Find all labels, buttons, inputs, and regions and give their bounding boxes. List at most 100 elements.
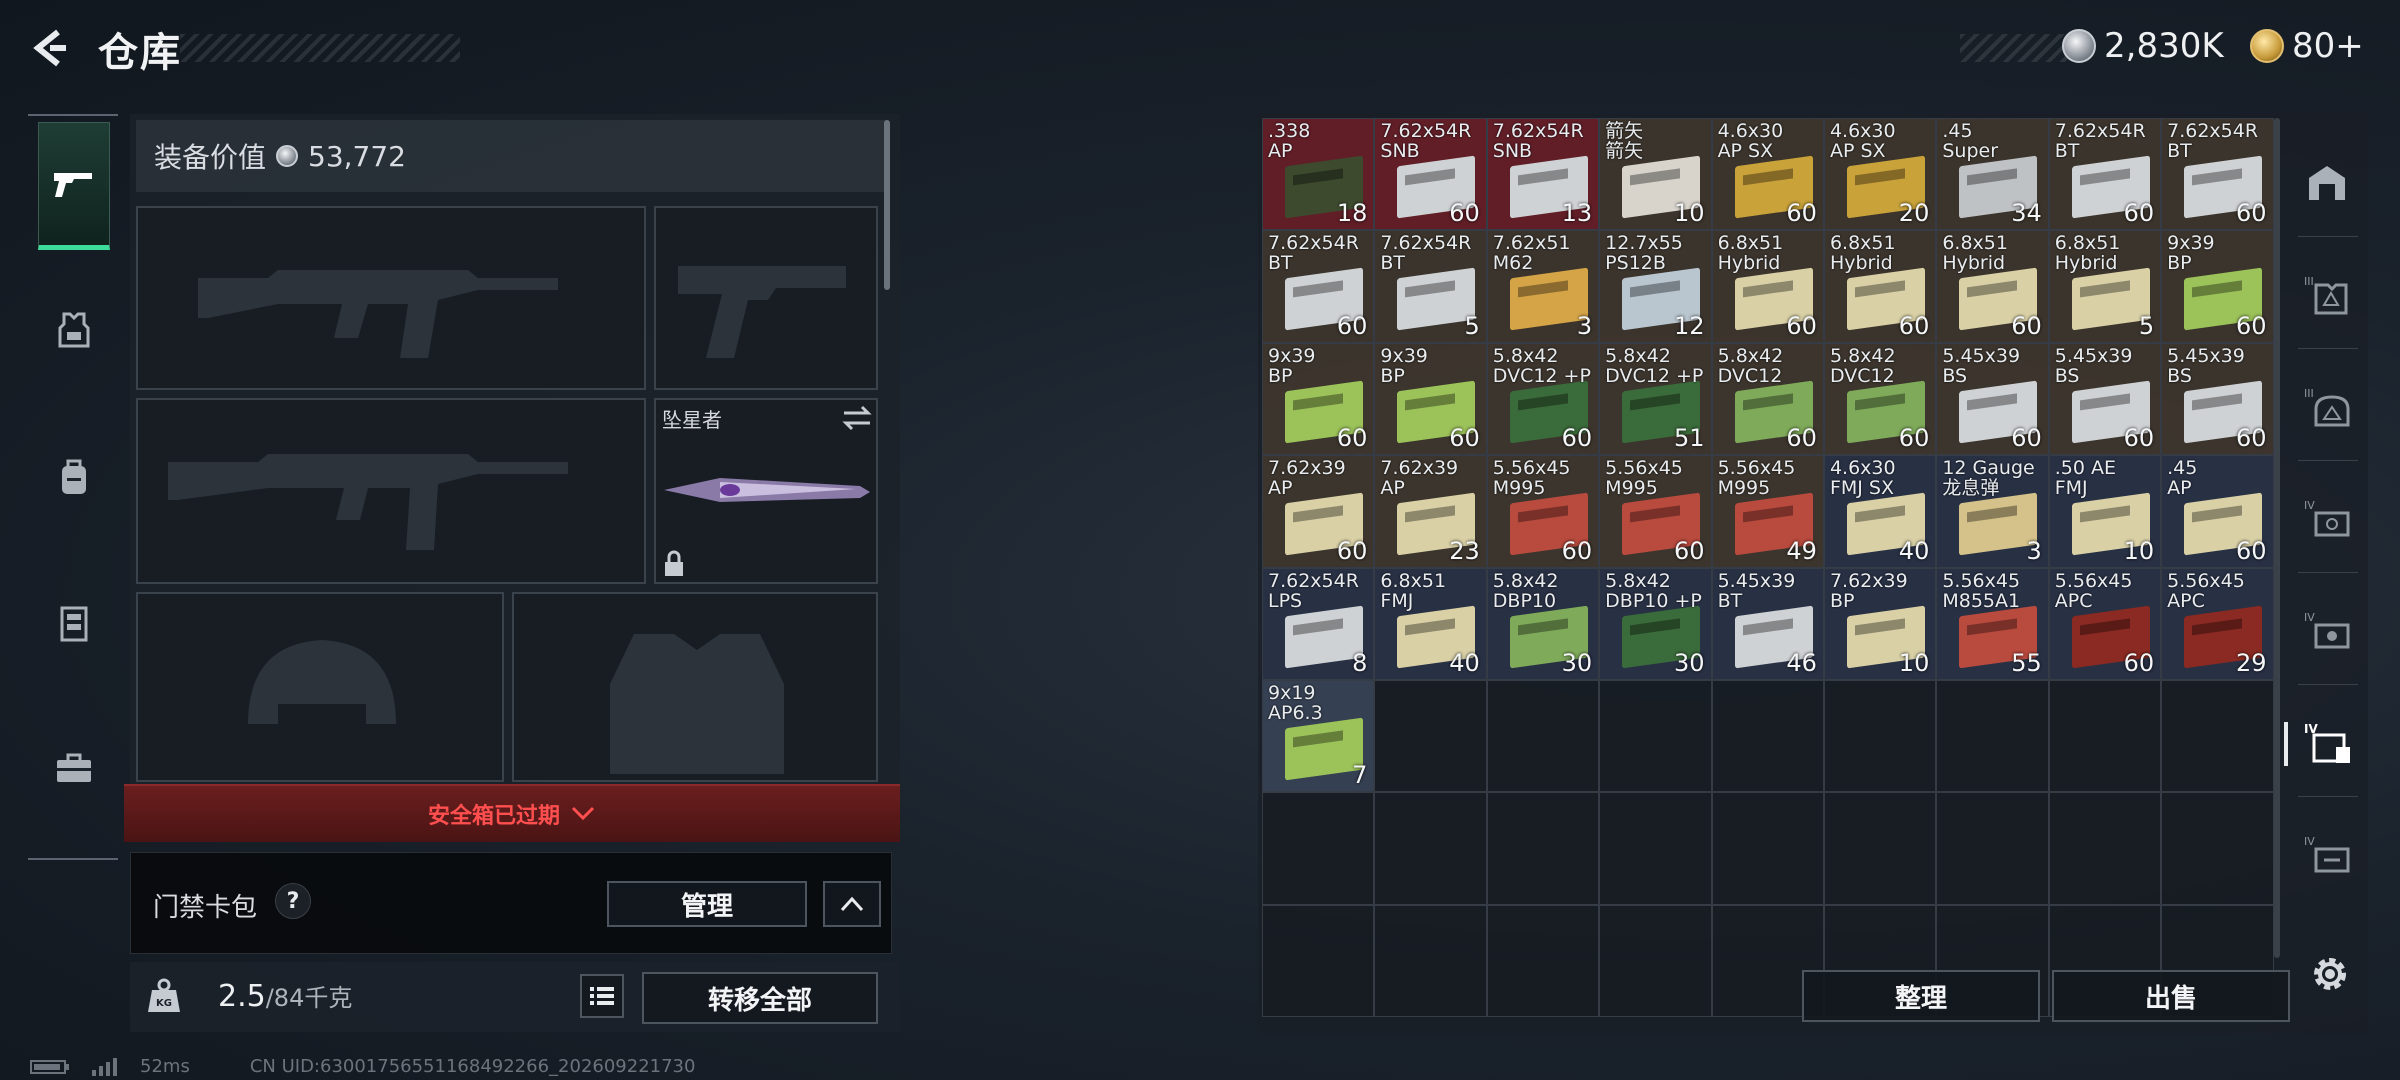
nav-rig[interactable] — [38, 558, 110, 686]
ammo-item[interactable]: 9x19 AP6.3 7 — [1262, 679, 1375, 793]
storage-cell[interactable] — [1262, 904, 1375, 1018]
settings-button[interactable] — [2304, 948, 2356, 1000]
ammo-item[interactable]: 6.8x51 Hybrid 60 — [1823, 230, 1937, 343]
storage-cell[interactable] — [2048, 679, 2162, 793]
ammo-item[interactable]: 7.62x54R SNB 13 — [1486, 118, 1600, 231]
ammo-item[interactable]: 7.62x54R BT 5 — [1374, 230, 1487, 343]
ammo-item[interactable]: 5.8x42 DVC12 +P 60 — [1486, 342, 1600, 456]
ammo-item[interactable]: 5.45x39 BS 60 — [1936, 342, 2049, 456]
ammo-item[interactable]: 7.62x39 BP 10 — [1823, 567, 1937, 680]
swap-icon[interactable] — [840, 404, 874, 432]
ammo-item[interactable]: 9x39 BP 60 — [2161, 230, 2274, 343]
ammo-item[interactable]: 4.6x30 FMJ SX 40 — [1823, 455, 1937, 568]
ammo-item[interactable]: 6.8x51 Hybrid 60 — [1936, 230, 2049, 343]
ammo-item[interactable]: 5.8x42 DBP10 +P 30 — [1599, 567, 1712, 680]
storage-cell[interactable] — [1936, 679, 2049, 793]
nav-armor[interactable] — [38, 266, 110, 394]
ammo-item[interactable]: 7.62x39 AP 23 — [1374, 455, 1487, 568]
storage-cell[interactable] — [1599, 679, 1712, 793]
nav-case[interactable] — [38, 704, 110, 832]
nav-backpack[interactable] — [38, 412, 110, 540]
ammo-item[interactable]: .45 AP 60 — [2161, 455, 2274, 568]
category-level-3-helmet[interactable]: III — [2290, 372, 2364, 444]
ammo-item[interactable]: .50 AE FMJ 10 — [2048, 455, 2162, 568]
storage-cell[interactable] — [1374, 792, 1487, 905]
ammo-item[interactable]: 5.45x39 BS 60 — [2048, 342, 2162, 456]
ammo-item[interactable]: 5.56x45 APC 29 — [2161, 567, 2274, 680]
ammo-item[interactable]: 6.8x51 Hybrid 60 — [1711, 230, 1824, 343]
transfer-all-button[interactable]: 转移全部 — [642, 972, 878, 1024]
storage-cell[interactable] — [1599, 792, 1712, 905]
ammo-item[interactable]: 6.8x51 Hybrid 5 — [2048, 230, 2162, 343]
ammo-item[interactable]: 5.8x42 DVC12 60 — [1711, 342, 1824, 456]
silver-currency[interactable]: 2,830K — [2062, 22, 2224, 70]
storage-cell[interactable] — [2161, 792, 2274, 905]
storage-cell[interactable] — [1599, 904, 1712, 1018]
ammo-item[interactable]: 5.8x42 DVC12 60 — [1823, 342, 1937, 456]
equipment-scrollbar[interactable] — [884, 120, 890, 290]
ammo-item[interactable]: 7.62x54R BT 60 — [2161, 118, 2274, 231]
storage-cell[interactable] — [1711, 792, 1824, 905]
storage-cell[interactable] — [1823, 679, 1937, 793]
ammo-item[interactable]: 5.56x45 M995 49 — [1711, 455, 1824, 568]
safe-box-expired-bar[interactable]: 安全箱已过期 — [124, 784, 900, 842]
ammo-item[interactable]: 7.62x39 AP 60 — [1262, 455, 1375, 568]
nav-weapon[interactable] — [38, 122, 110, 250]
ammo-item[interactable]: 7.62x51 M62 3 — [1486, 230, 1600, 343]
list-view-button[interactable] — [580, 974, 624, 1018]
ammo-item[interactable]: 5.56x45 APC 60 — [2048, 567, 2162, 680]
ammo-item[interactable]: 5.8x42 DBP10 30 — [1486, 567, 1600, 680]
help-icon[interactable]: ? — [275, 883, 311, 919]
storage-cell[interactable] — [1936, 792, 2049, 905]
storage-cell[interactable] — [1823, 792, 1937, 905]
ammo-item[interactable]: 5.56x45 M995 60 — [1599, 455, 1712, 568]
ammo-item[interactable]: 7.62x54R LPS 8 — [1262, 567, 1375, 680]
body-armor-slot[interactable] — [512, 592, 878, 782]
back-button[interactable] — [28, 26, 72, 70]
category-level-4-container[interactable]: IV — [2284, 708, 2364, 780]
storage-cell[interactable] — [2048, 792, 2162, 905]
ammo-item[interactable]: 5.56x45 M855A1 55 — [1936, 567, 2049, 680]
primary-weapon-slot[interactable] — [136, 206, 646, 390]
ammo-item[interactable]: 4.6x30 AP SX 20 — [1823, 118, 1937, 231]
ammo-item[interactable]: 12 Gauge 龙息弹 3 — [1936, 455, 2049, 568]
ammo-item[interactable]: 7.62x54R SNB 60 — [1374, 118, 1487, 231]
storage-cell[interactable] — [1486, 792, 1600, 905]
category-level-4-case[interactable]: IV — [2290, 820, 2364, 892]
ammo-item[interactable]: 箭矢 箭矢 10 — [1599, 118, 1712, 231]
storage-cell[interactable] — [1262, 792, 1375, 905]
ammo-item[interactable]: .45 Super 34 — [1936, 118, 2049, 231]
ammo-item[interactable]: 4.6x30 AP SX 60 — [1711, 118, 1824, 231]
secondary-weapon-slot[interactable] — [136, 398, 646, 584]
storage-cell[interactable] — [1711, 679, 1824, 793]
sort-button[interactable]: 整理 — [1802, 970, 2040, 1022]
category-level-4-rig[interactable]: IV — [2290, 596, 2364, 668]
storage-cell[interactable] — [1374, 679, 1487, 793]
ammo-item[interactable]: 5.8x42 DVC12 +P 51 — [1599, 342, 1712, 456]
sell-button[interactable]: 出售 — [2052, 970, 2290, 1022]
storage-cell[interactable] — [1486, 904, 1600, 1018]
ammo-item[interactable]: 5.45x39 BT 46 — [1711, 567, 1824, 680]
ammo-item[interactable]: 9x39 BP 60 — [1262, 342, 1375, 456]
rifle-silhouette-icon — [168, 454, 568, 550]
gold-currency[interactable]: 80+ — [2250, 22, 2364, 70]
ammo-item[interactable]: 5.45x39 BS 60 — [2161, 342, 2274, 456]
ammo-item[interactable]: 12.7x55 PS12B 12 — [1599, 230, 1712, 343]
storage-cell[interactable] — [1486, 679, 1600, 793]
category-all[interactable] — [2290, 146, 2364, 218]
sidearm-slot[interactable] — [654, 206, 878, 390]
helmet-slot[interactable] — [136, 592, 504, 782]
storage-cell[interactable] — [1374, 904, 1487, 1018]
ammo-item[interactable]: 7.62x54R BT 60 — [2048, 118, 2162, 231]
melee-slot[interactable]: 坠星者 — [654, 398, 878, 584]
category-level-3-armor[interactable]: III — [2290, 260, 2364, 332]
manage-button[interactable]: 管理 — [607, 881, 807, 927]
ammo-item[interactable]: 9x39 BP 60 — [1374, 342, 1487, 456]
ammo-item[interactable]: .338 AP 18 — [1262, 118, 1375, 231]
storage-cell[interactable] — [2161, 679, 2274, 793]
category-level-4-armor[interactable]: IV — [2290, 484, 2364, 556]
ammo-item[interactable]: 6.8x51 FMJ 40 — [1374, 567, 1487, 680]
ammo-item[interactable]: 7.62x54R BT 60 — [1262, 230, 1375, 343]
collapse-button[interactable] — [823, 881, 881, 927]
ammo-item[interactable]: 5.56x45 M995 60 — [1486, 455, 1600, 568]
